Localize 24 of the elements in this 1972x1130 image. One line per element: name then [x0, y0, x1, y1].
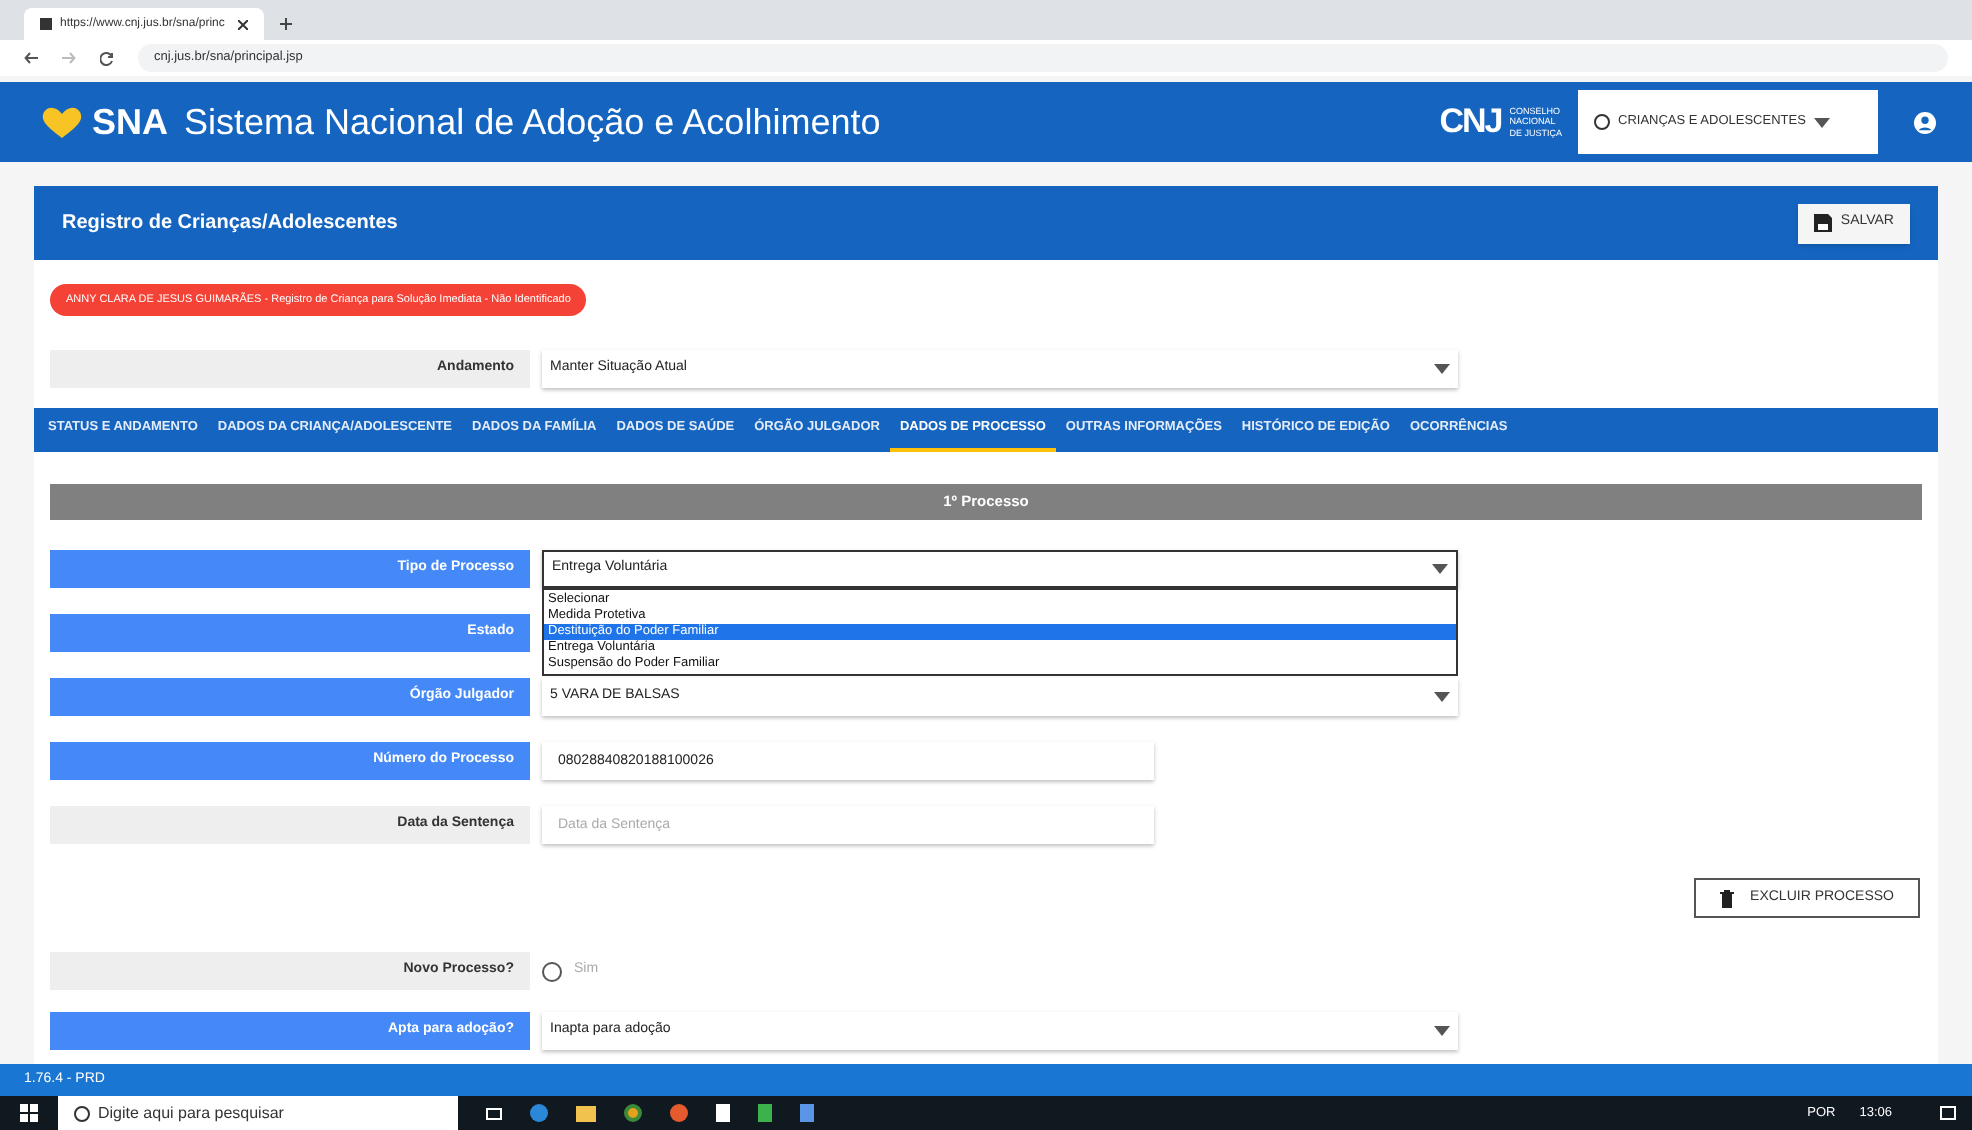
task-view-icon[interactable]	[486, 1107, 502, 1119]
plus-icon[interactable]	[280, 18, 292, 30]
taskbar-search-field[interactable]: Digite aqui para pesquisar	[58, 1096, 458, 1130]
brand-name: SNA	[92, 99, 169, 145]
search-icon	[74, 1105, 90, 1121]
caret-icon	[1813, 117, 1830, 127]
card-title: Registro de Crianças/Adolescentes	[62, 210, 398, 238]
trash-icon	[1720, 889, 1735, 907]
caret-icon	[1434, 1026, 1450, 1036]
radio-button[interactable]	[542, 961, 562, 981]
back-arrow-icon[interactable]	[24, 52, 38, 64]
caret-icon	[1432, 564, 1448, 574]
close-icon[interactable]	[238, 19, 248, 29]
heart-logo-icon	[40, 106, 84, 138]
favicon-icon	[40, 18, 52, 30]
caret-icon	[1434, 692, 1450, 702]
notifications-icon[interactable]	[1940, 1106, 1956, 1120]
reload-icon[interactable]	[100, 51, 114, 65]
caret-icon	[1434, 364, 1450, 374]
folder-icon[interactable]	[576, 1105, 596, 1121]
user-account-icon[interactable]	[1914, 111, 1936, 133]
windows-start-icon[interactable]	[20, 1104, 38, 1122]
cnj-logo: CNJ	[1439, 100, 1502, 145]
app-title: Sistema Nacional de Adoção e Acolhimento	[184, 99, 881, 146]
